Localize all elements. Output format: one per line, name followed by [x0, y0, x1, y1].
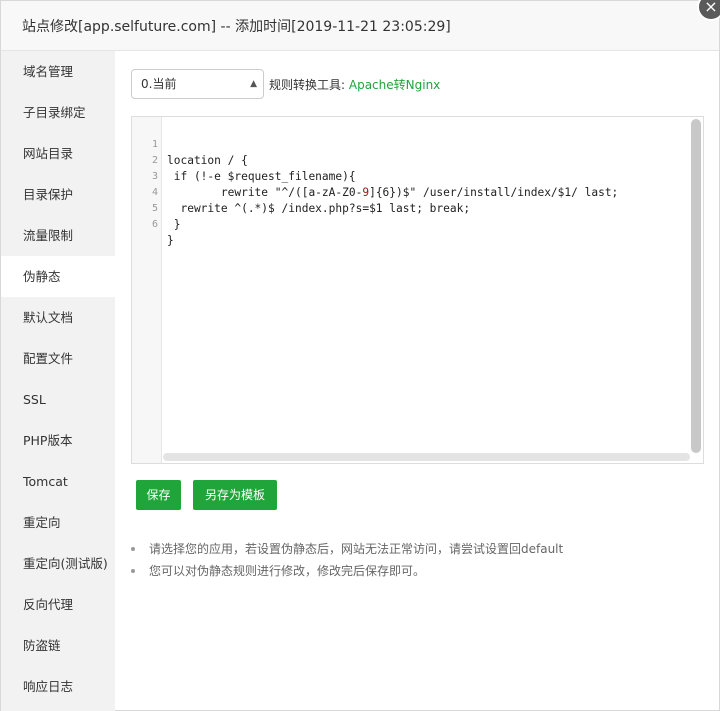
- rule-convert-label: 规则转换工具:: [269, 78, 346, 92]
- sidebar-item-redirect[interactable]: 重定向: [1, 502, 115, 543]
- sidebar-item-response-log[interactable]: 响应日志: [1, 666, 115, 707]
- line-number: 6: [151, 219, 158, 230]
- code-line: 3 rewrite "^/([a-zA-Z0-9]{6})$" /user/in…: [132, 153, 618, 199]
- editor-vertical-scrollbar[interactable]: [691, 119, 701, 453]
- rule-convert-tool: 规则转换工具: Apache转Nginx: [269, 76, 440, 93]
- dialog-title: 站点修改[app.selfuture.com] -- 添加时间[2019-11-…: [22, 19, 451, 35]
- sidebar-item-hotlink-protection[interactable]: 防盗链: [1, 625, 115, 666]
- code-line: 2 if (!-e $request_filename){: [132, 137, 356, 183]
- code-line: 1 location / {: [132, 121, 248, 167]
- tip-text: 请选择您的应用，若设置伪静态后，网站无法正常访问，请尝试设置回default: [149, 542, 564, 556]
- sidebar-item-php-version[interactable]: PHP版本: [1, 420, 115, 461]
- code-line: 4 rewrite ^(.*)$ /index.php?s=$1 last; b…: [132, 169, 470, 215]
- save-as-template-button[interactable]: 另存为模板: [193, 480, 277, 510]
- sidebar-item-tomcat[interactable]: Tomcat: [1, 461, 115, 502]
- site-edit-dialog: 站点修改[app.selfuture.com] -- 添加时间[2019-11-…: [0, 0, 720, 711]
- code-text: location / {: [167, 154, 248, 167]
- sidebar-item-reverse-proxy[interactable]: 反向代理: [1, 584, 115, 625]
- editor-horizontal-scrollbar[interactable]: [163, 453, 690, 461]
- dialog-titlebar: 站点修改[app.selfuture.com] -- 添加时间[2019-11-…: [1, 1, 719, 51]
- code-text-part: ]{6})$" /user/install/index/$1/ last;: [369, 186, 619, 199]
- tip-item: 您可以对伪静态规则进行修改，修改完后保存即可。: [129, 561, 563, 583]
- rewrite-template-select[interactable]: 0.当前 ▲: [131, 69, 264, 99]
- sidebar-item-subdirectory-binding[interactable]: 子目录绑定: [1, 92, 115, 133]
- code-text: rewrite ^(.*)$ /index.php?s=$1 last; bre…: [167, 202, 471, 215]
- save-button[interactable]: 保存: [136, 480, 181, 510]
- bullet-icon: [131, 569, 135, 573]
- tip-item: 请选择您的应用，若设置伪静态后，网站无法正常访问，请尝试设置回default: [129, 539, 563, 561]
- help-tips: 请选择您的应用，若设置伪静态后，网站无法正常访问，请尝试设置回default 您…: [129, 539, 563, 583]
- code-line: 5 }: [132, 185, 181, 231]
- sidebar-item-redirect-beta[interactable]: 重定向(测试版): [1, 543, 115, 584]
- select-arrows-icon: ▲: [250, 79, 257, 89]
- sidebar-item-ssl[interactable]: SSL: [1, 379, 115, 420]
- sidebar-item-site-directory[interactable]: 网站目录: [1, 133, 115, 174]
- sidebar-item-directory-protection[interactable]: 目录保护: [1, 174, 115, 215]
- bullet-icon: [131, 547, 135, 551]
- sidebar-item-default-document[interactable]: 默认文档: [1, 297, 115, 338]
- sidebar-item-traffic-limit[interactable]: 流量限制: [1, 215, 115, 256]
- code-text: if (!-e $request_filename){: [167, 170, 356, 183]
- code-line: 6 }: [132, 201, 174, 247]
- sidebar-item-domain-management[interactable]: 域名管理: [1, 51, 115, 92]
- code-text: rewrite "^/([a-zA-Z0-9]{6})$" /user/inst…: [167, 185, 618, 201]
- sidebar-item-config-file[interactable]: 配置文件: [1, 338, 115, 379]
- apache-to-nginx-link[interactable]: Apache转Nginx: [349, 78, 440, 92]
- sidebar: 域名管理 子目录绑定 网站目录 目录保护 流量限制 伪静态 默认文档 配置文件 …: [1, 51, 115, 711]
- code-editor[interactable]: 1 location / { 2 if (!-e $request_filena…: [131, 116, 704, 464]
- tip-text: 您可以对伪静态规则进行修改，修改完后保存即可。: [149, 564, 426, 578]
- code-text-part: rewrite "^/([a-zA-Z0-: [167, 186, 363, 199]
- sidebar-item-rewrite[interactable]: 伪静态: [1, 256, 115, 297]
- select-value: 0.当前: [141, 77, 177, 91]
- code-text: }: [167, 234, 174, 247]
